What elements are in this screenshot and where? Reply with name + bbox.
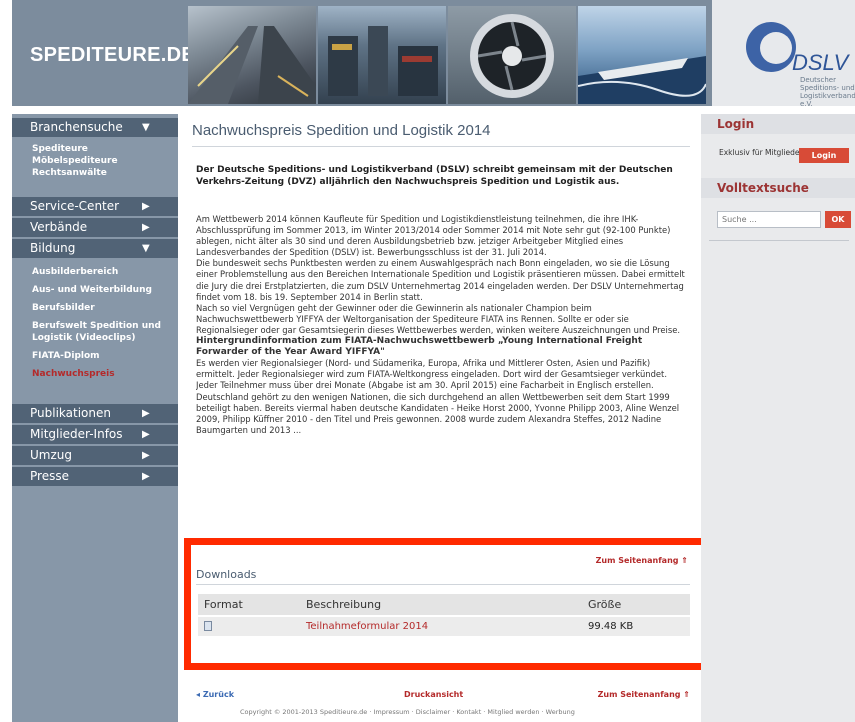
back-to-top-link[interactable]: Zum Seitenanfang ⇑ (598, 690, 690, 699)
site-logo[interactable]: SPEDITEURE.DE (30, 44, 195, 67)
port-photo (328, 26, 438, 96)
nav-item-fiata-diplom[interactable]: FIATA-Diplom (12, 350, 178, 362)
nav-label: Presse (30, 469, 69, 483)
chevron-right-icon: ▶ (142, 450, 150, 461)
nav-label: Service-Center (30, 199, 120, 213)
banner-image-turbine (448, 6, 576, 104)
chevron-down-icon: ▼ (142, 243, 150, 254)
login-heading: Login (701, 114, 855, 134)
article-paragraph: Die bundesweit sechs Punktbesten werden … (196, 258, 685, 302)
chevron-right-icon: ▶ (142, 408, 150, 419)
nav-umzug[interactable]: Umzug ▶ (12, 446, 178, 465)
article-paragraph: Nach so viel Vergnügen geht der Gewinner… (196, 302, 681, 335)
nav-service-center[interactable]: Service-Center ▶ (12, 197, 178, 216)
article-paragraph: Es werden vier Regionalsieger (Nord- und… (196, 358, 680, 435)
link-label: Zurück (202, 690, 235, 699)
nav-presse[interactable]: Presse ▶ (12, 467, 178, 486)
chevron-right-icon: ▶ (142, 201, 150, 212)
search-heading: Volltextsuche (701, 178, 855, 198)
nav-item-nachwuchspreis[interactable]: Nachwuchspreis (12, 368, 178, 380)
arrow-left-icon: ◂ (196, 690, 201, 699)
banner-image-ship (578, 6, 706, 104)
nav-bildung[interactable]: Bildung ▼ (12, 239, 178, 258)
dslv-logo-subtitle: Deutscher Speditions- und Logistikverban… (800, 76, 855, 108)
search-input[interactable] (717, 211, 821, 228)
nav-label: Bildung (30, 241, 76, 255)
nav-label: Branchensuche (30, 120, 123, 134)
article-paragraph: Am Wettbewerb 2014 können Kaufleute für … (196, 214, 671, 258)
right-column: Login Exklusiv für Mitglieder Login Voll… (701, 114, 855, 722)
nav-verbaende[interactable]: Verbände ▶ (12, 218, 178, 237)
chevron-down-icon: ▼ (142, 122, 150, 133)
nav-label: Umzug (30, 448, 72, 462)
nav-item-aus-und-weiterbildung[interactable]: Aus- und Weiterbildung (12, 284, 178, 296)
chevron-right-icon: ▶ (142, 429, 150, 440)
nav-item-spediteure[interactable]: Spediteure (12, 143, 178, 155)
search-button[interactable]: OK (825, 211, 851, 228)
print-view-link[interactable]: Druckansicht (404, 690, 463, 699)
search-divider (709, 240, 849, 241)
intro-text: Der Deutsche Speditions- und Logistikver… (196, 165, 673, 187)
banner-image-traffic (188, 6, 316, 104)
dslv-logo-box[interactable]: DSLV Deutscher Speditions- und Logistikv… (712, 0, 855, 108)
title-divider (192, 146, 690, 147)
ship-photo (578, 56, 706, 104)
turbine-photo (470, 14, 554, 98)
nav-item-moebelspediteure[interactable]: Möbelspediteure (12, 155, 178, 167)
nav-label: Verbände (30, 220, 88, 234)
link-label: Zum Seitenanfang (597, 690, 681, 699)
copyright-footer: Copyright © 2001-2013 Speditieure.de · I… (240, 708, 575, 716)
site-header: SPEDITEURE.DE DSLV Deutscher Speditions-… (12, 0, 855, 108)
highlight-frame (184, 538, 708, 670)
nav-item-rechtsanwaelte[interactable]: Rechtsanwälte (12, 167, 178, 179)
nav-branchensuche[interactable]: Branchensuche ▼ (12, 118, 178, 137)
nav-label: Mitglieder-Infos (30, 427, 123, 441)
banner-image-port (318, 6, 446, 104)
traffic-photo (188, 26, 316, 104)
page-title: Nachwuchspreis Spedition und Logistik 20… (192, 122, 491, 139)
article-subheading: Hintergrundinformation zum FIATA-Nachwuc… (196, 336, 643, 358)
dslv-emblem-icon (746, 22, 796, 72)
nav-item-ausbilderbereich[interactable]: Ausbilderbereich (12, 266, 178, 278)
dslv-logo: DSLV (792, 50, 849, 75)
nav-mitglieder-infos[interactable]: Mitglieder-Infos ▶ (12, 425, 178, 444)
arrow-up-icon: ⇑ (683, 690, 690, 699)
login-info-text: Exklusiv für Mitglieder (719, 148, 803, 157)
login-button[interactable]: Login (799, 148, 849, 163)
back-link[interactable]: ◂ Zurück (196, 690, 234, 699)
chevron-right-icon: ▶ (142, 471, 150, 482)
nav-item-berufsbilder[interactable]: Berufsbilder (12, 302, 178, 314)
article-body: Am Wettbewerb 2014 können Kaufleute für … (196, 214, 690, 538)
chevron-right-icon: ▶ (142, 222, 150, 233)
left-navigation: Branchensuche ▼ Spediteure Möbelspediteu… (12, 114, 178, 722)
nav-publikationen[interactable]: Publikationen ▶ (12, 404, 178, 423)
nav-item-berufswelt-videoclips[interactable]: Berufswelt Spedition und Logistik (Video… (12, 320, 162, 344)
nav-label: Publikationen (30, 406, 111, 420)
